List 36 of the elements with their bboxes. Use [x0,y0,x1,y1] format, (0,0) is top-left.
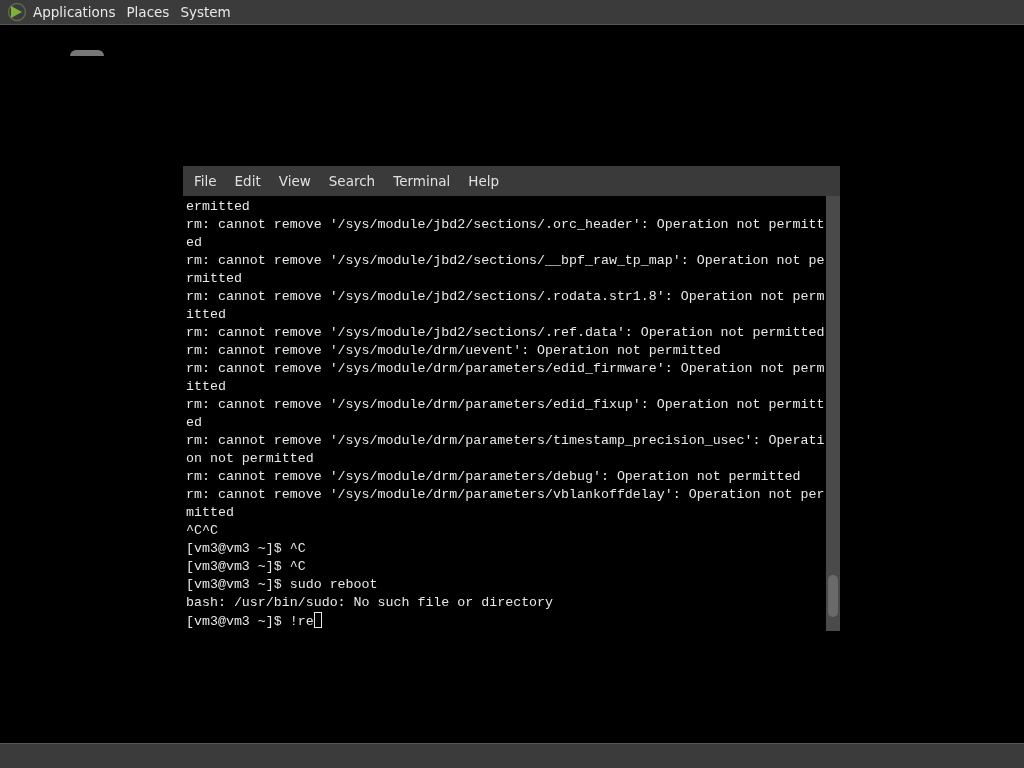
terminal-line: rm: cannot remove '/sys/module/drm/parameters/edid_firmware': Operation not perm [186,360,826,378]
terminal-line: rm: cannot remove '/sys/module/jbd2/sections/.orc_header': Operation not permitt [186,216,826,234]
terminal-line: [vm3@vm3 ~]$ ^C [186,540,307,558]
terminal-line: ed [186,414,203,432]
terminal-line: rmitted [186,270,243,288]
menu-item[interactable]: Search [319,173,385,189]
menu-item[interactable]: Terminal [384,173,460,189]
terminal-line: ^C^C [186,522,219,540]
terminal-line: rm: cannot remove '/sys/module/drm/parameters/edid_fixup': Operation not permitt [186,396,826,414]
terminal-line: on not permitted [186,450,315,468]
command-prompt[interactable]: [vm3@vm3 ~]$ !re [186,614,314,629]
terminal-line: ermitted [186,198,251,216]
terminal-line: [vm3@vm3 ~]$ ^C [186,558,307,576]
terminal-line: rm: cannot remove '/sys/module/drm/parameters/debug': Operation not permitted [186,468,802,486]
terminal-line: rm: cannot remove '/sys/module/jbd2/sections/.ref.data': Operation not permitted [186,324,826,342]
terminal-line: rm: cannot remove '/sys/module/jbd2/sections/.rodata.str1.8': Operation not perm [186,288,826,306]
terminal-line: [vm3@vm3 ~]$ sudo reboot [186,576,379,594]
panel-menu[interactable]: Places [126,4,177,20]
menu-item[interactable]: Help [459,173,509,189]
play-logo-icon[interactable] [7,2,27,22]
menu-item[interactable]: File [185,173,226,189]
terminal-line: rm: cannot remove '/sys/module/drm/parameters/timestamp_precision_usec': Operati [186,432,826,450]
terminal-line: bash: /usr/bin/sudo: No such file or directory [186,594,555,612]
terminal-line: itted [186,306,227,324]
scrollbar[interactable] [826,196,840,631]
terminal-line: itted [186,378,227,396]
panel-menu[interactable]: Applications [33,4,123,20]
menu-item[interactable]: View [269,173,320,189]
terminal-line: mitted [186,504,235,522]
scrollbar-thumb[interactable] [828,575,838,617]
terminal-line: rm: cannot remove '/sys/module/drm/parameters/vblankoffdelay': Operation not per [186,486,826,504]
terminal-line: rm: cannot remove '/sys/module/drm/uevent': Operation not permitted [186,342,722,360]
menu-item[interactable]: Edit [225,173,270,189]
terminal-line: ed [186,234,203,252]
terminal-line: rm: cannot remove '/sys/module/jbd2/sections/__bpf_raw_tp_map': Operation not pe [186,252,826,270]
panel-menu[interactable]: System [180,4,238,20]
